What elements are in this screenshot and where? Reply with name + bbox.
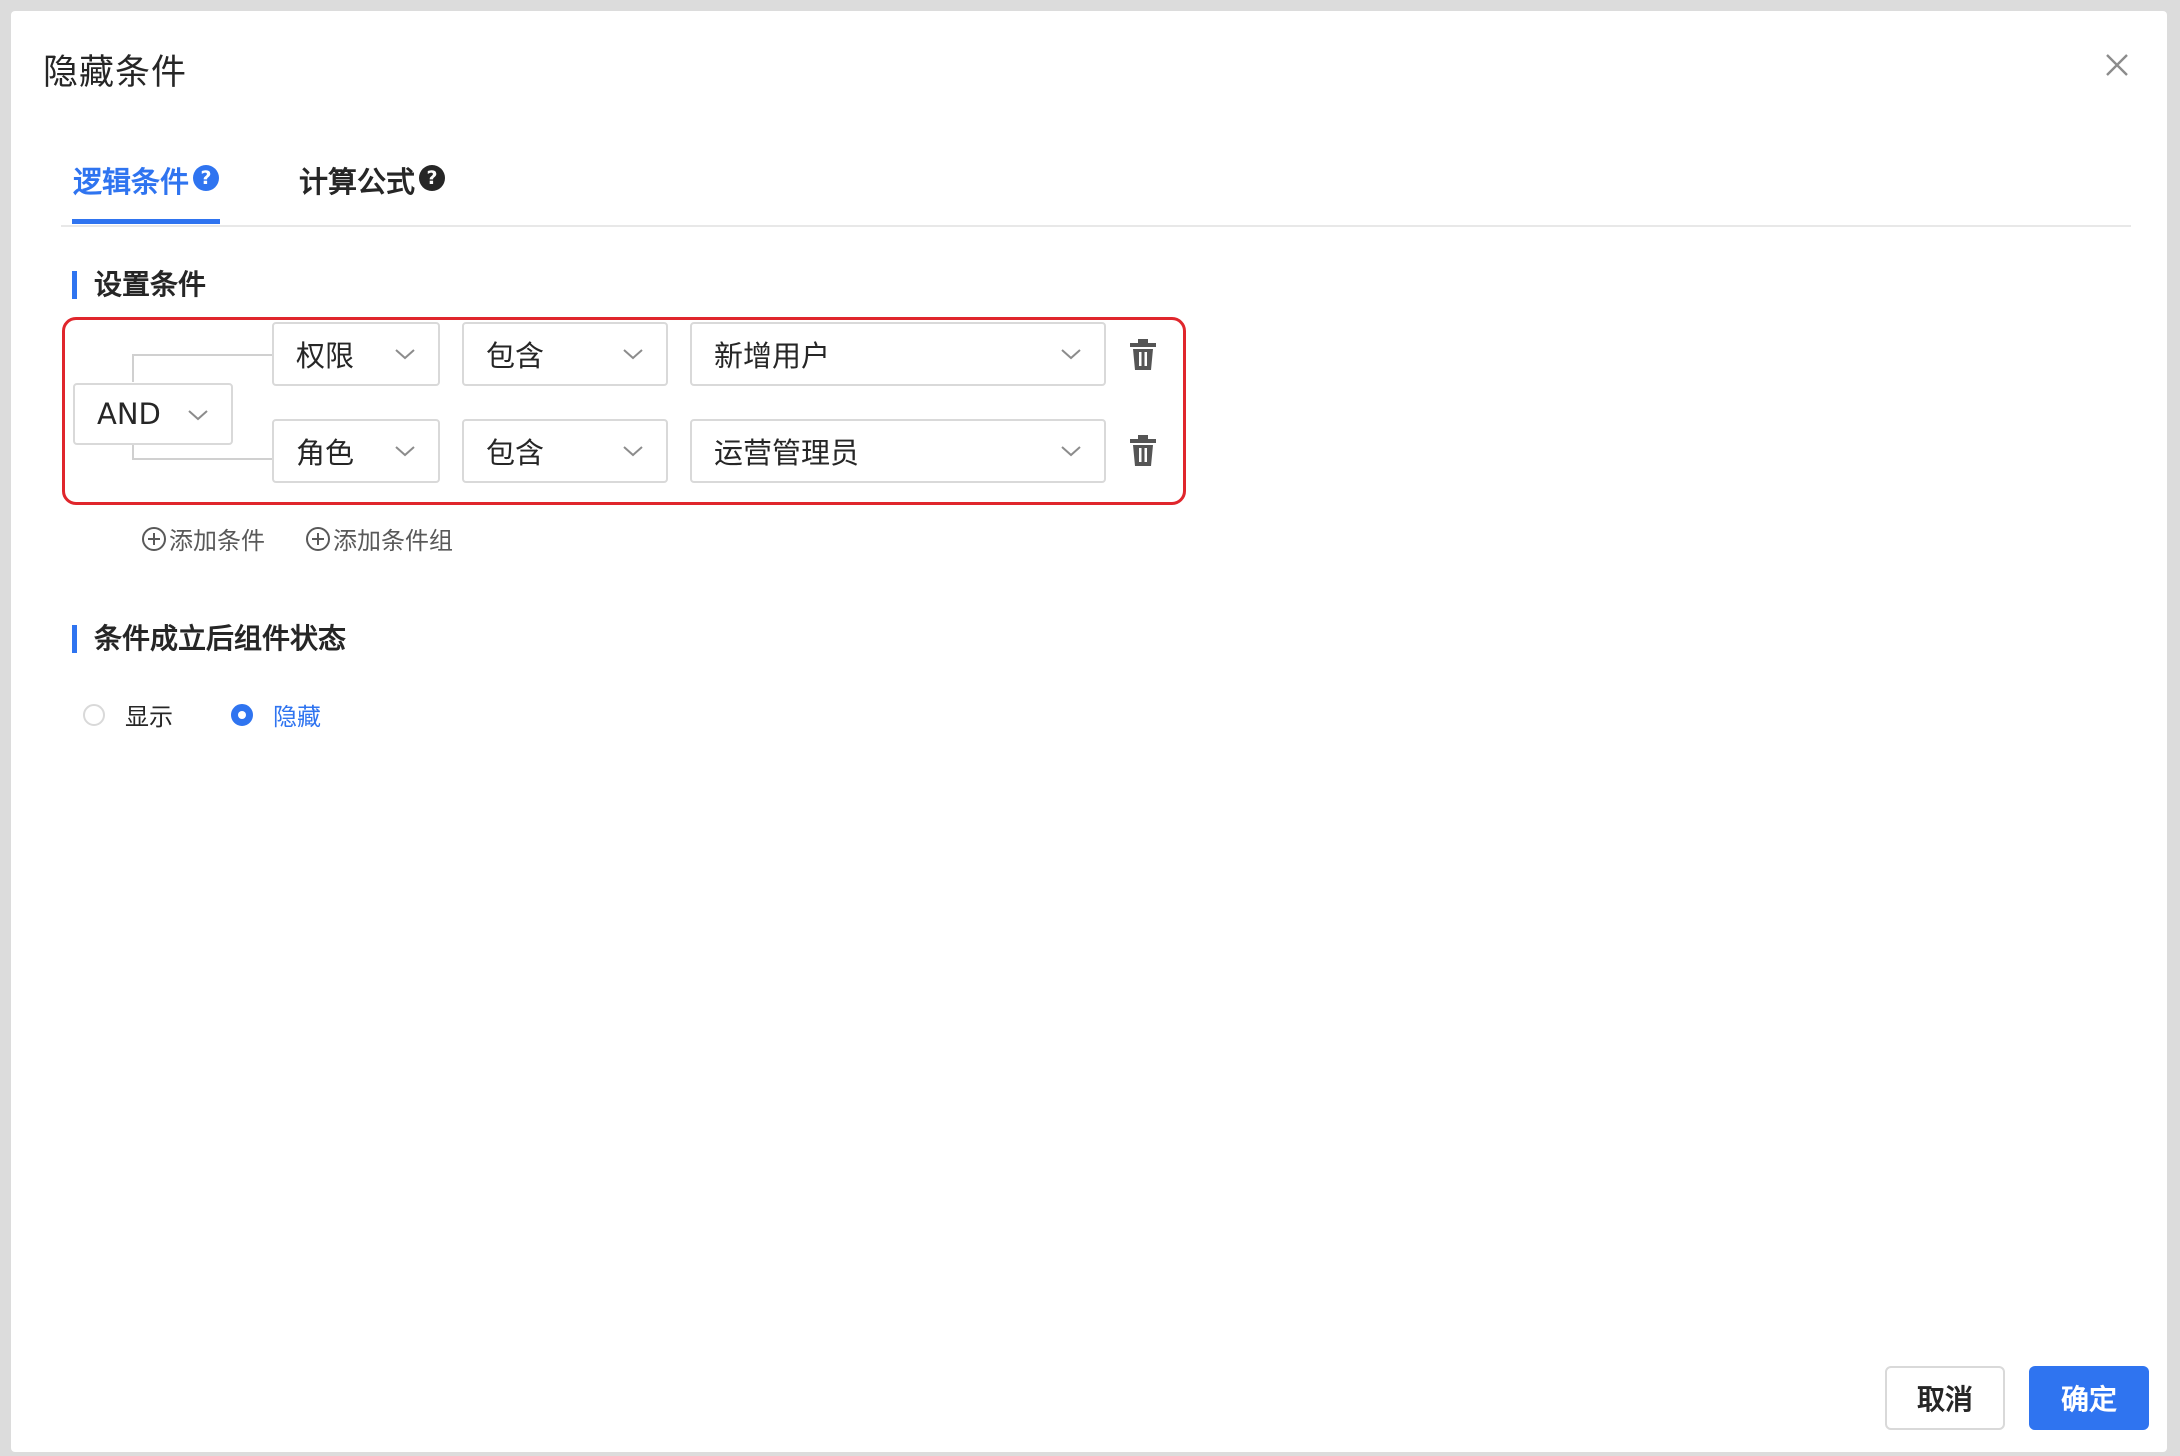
tab-logic-condition[interactable]: 逻辑条件 ? (73, 159, 220, 223)
trash-icon[interactable] (1128, 435, 1158, 467)
close-icon[interactable] (2103, 51, 2131, 79)
radio-hide[interactable]: 隐藏 (231, 697, 321, 732)
tab-formula-label: 计算公式 (299, 165, 416, 199)
section-title-set-conditions: 设置条件 (72, 269, 206, 301)
section-title-component-state: 条件成立后组件状态 (72, 623, 346, 655)
help-icon[interactable]: ? (419, 165, 446, 191)
add-condition-link[interactable]: 添加条件 (141, 521, 265, 556)
plus-circle-icon (142, 526, 166, 551)
cancel-button[interactable]: 取消 (1885, 1366, 2005, 1430)
logic-operator-value: AND (97, 397, 161, 431)
chevron-down-icon (1061, 349, 1081, 360)
condition-operator-value: 包含 (486, 339, 545, 373)
dialog-title: 隐藏条件 (43, 53, 188, 93)
tab-bar: 逻辑条件 ? 计算公式 ? (61, 159, 2131, 227)
add-condition-label: 添加条件 (169, 527, 265, 555)
logic-operator-select[interactable]: AND (73, 383, 233, 445)
condition-value-select[interactable]: 新增用户 (690, 322, 1106, 386)
condition-operator-value: 包含 (486, 436, 545, 470)
condition-operator-select[interactable]: 包含 (462, 419, 668, 483)
tab-formula[interactable]: 计算公式 ? (299, 159, 446, 223)
help-icon[interactable]: ? (193, 165, 220, 191)
chevron-down-icon (395, 446, 415, 457)
tree-connector (132, 354, 285, 356)
radio-show[interactable]: 显示 (83, 697, 173, 732)
active-tab-indicator (72, 219, 220, 224)
condition-value: 运营管理员 (714, 436, 860, 470)
condition-field-select[interactable]: 权限 (272, 322, 440, 386)
plus-circle-icon (306, 526, 330, 551)
condition-value-select[interactable]: 运营管理员 (690, 419, 1106, 483)
chevron-down-icon (188, 410, 208, 421)
condition-field-value: 角色 (296, 436, 355, 470)
chevron-down-icon (623, 349, 643, 360)
chevron-down-icon (1061, 446, 1081, 457)
condition-value: 新增用户 (714, 339, 831, 373)
tree-connector (132, 354, 134, 382)
chevron-down-icon (623, 446, 643, 457)
confirm-button[interactable]: 确定 (2029, 1366, 2149, 1430)
chevron-down-icon (395, 349, 415, 360)
radio-circle (83, 703, 105, 726)
tree-connector (132, 458, 285, 460)
tab-logic-label: 逻辑条件 (73, 165, 190, 199)
condition-field-value: 权限 (296, 339, 355, 373)
add-condition-group-link[interactable]: 添加条件组 (305, 521, 453, 556)
radio-circle-checked (231, 703, 253, 726)
trash-icon[interactable] (1128, 339, 1158, 371)
hide-condition-dialog: 隐藏条件 逻辑条件 ? 计算公式 ? 设置条件 AND 权限 包含 新增用户 角… (11, 11, 2167, 1452)
condition-field-select[interactable]: 角色 (272, 419, 440, 483)
radio-hide-label: 隐藏 (273, 703, 321, 731)
add-condition-group-label: 添加条件组 (333, 527, 453, 555)
radio-show-label: 显示 (125, 703, 173, 731)
condition-operator-select[interactable]: 包含 (462, 322, 668, 386)
tree-connector (132, 445, 134, 459)
